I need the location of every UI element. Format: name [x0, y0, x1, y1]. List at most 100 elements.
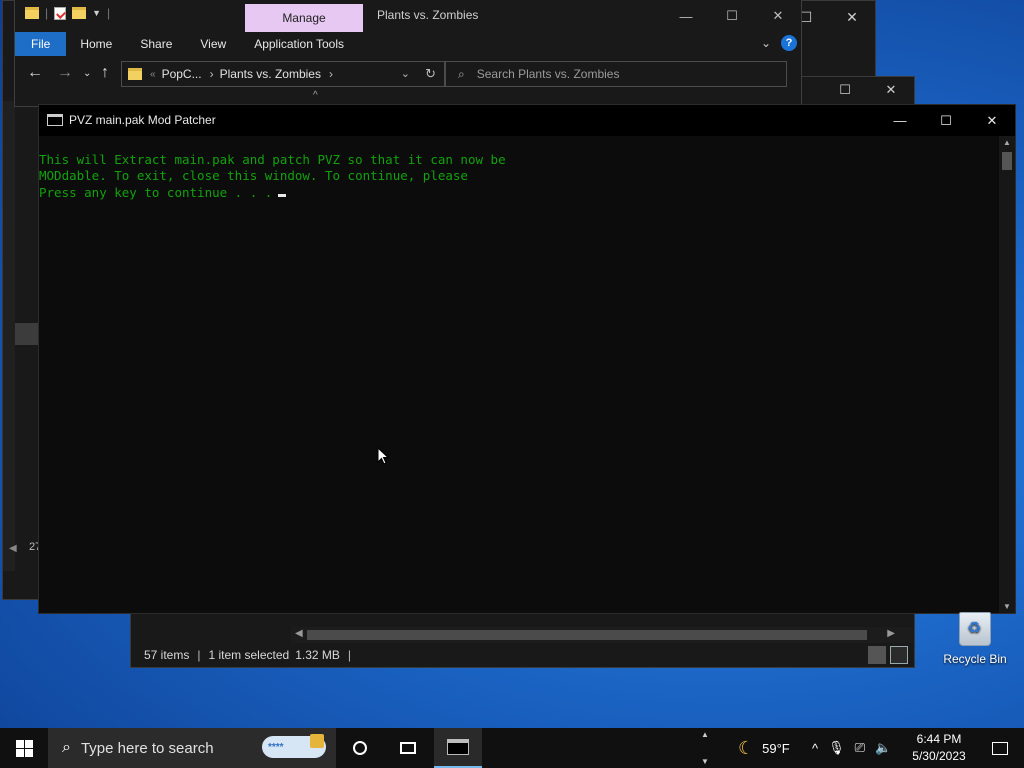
breadcrumb-overflow-icon[interactable]: « [150, 69, 156, 80]
notification-center-button[interactable] [976, 728, 1024, 768]
task-view-button[interactable] [384, 728, 432, 768]
large-icons-view-icon[interactable] [890, 646, 908, 664]
vertical-scrollbar[interactable]: ▲ ▼ [999, 136, 1015, 613]
close-icon[interactable]: ✕ [829, 1, 875, 33]
properties-icon[interactable] [54, 6, 67, 20]
customize-toolbar-icon[interactable]: ▼ [92, 8, 101, 18]
show-hidden-icons-icon[interactable]: ^ [812, 741, 818, 756]
tab-application-tools[interactable]: Application Tools [240, 32, 358, 56]
taskbar-scroll[interactable]: ▲ ▼ [696, 728, 714, 768]
maximize-icon[interactable]: ☐ [822, 77, 868, 103]
tab-share[interactable]: Share [126, 32, 186, 56]
breadcrumb-item[interactable]: PopC... [162, 67, 202, 81]
toolbar-separator: | [107, 6, 111, 20]
taskbar-app-command-prompt[interactable] [434, 728, 482, 768]
search-box[interactable]: ⌕ [445, 61, 787, 87]
close-icon[interactable]: ✕ [755, 0, 801, 32]
scroll-left-icon[interactable]: ◀ [295, 628, 303, 639]
window-controls: — ☐ ✕ [663, 0, 801, 32]
status-separator: | [197, 648, 201, 662]
breadcrumb-item[interactable]: Plants vs. Zombies [220, 67, 321, 81]
details-view-icon[interactable] [868, 646, 886, 664]
console-line: MODdable. To exit, close this window. To… [39, 168, 468, 183]
system-tray: ^ 🎙 ⎚ 🔈 [812, 728, 891, 768]
minimize-icon[interactable]: — [663, 0, 709, 32]
console-line: This will Extract main.pak and patch PVZ… [39, 152, 506, 167]
network-icon[interactable]: ⎚ [855, 740, 865, 756]
weather-widget[interactable]: ☾ 59°F [738, 728, 790, 768]
close-icon[interactable]: ✕ [969, 105, 1015, 136]
back-arrow-icon[interactable]: ← [27, 64, 43, 82]
tab-file[interactable]: File [15, 32, 67, 56]
address-dropdown-icon[interactable]: ⌄ [401, 67, 410, 80]
scrollbar-thumb[interactable] [1002, 152, 1012, 170]
recycle-bin-label: Recycle Bin [943, 652, 1007, 666]
status-separator: | [347, 648, 352, 662]
window-controls: ☐ ✕ [822, 77, 914, 103]
lock-icon [310, 734, 324, 748]
recycle-bin[interactable]: Recycle Bin [942, 612, 1008, 666]
scroll-right-icon[interactable]: ▶ [887, 628, 895, 639]
volume-icon[interactable]: 🔈 [875, 740, 891, 756]
recycle-bin-icon [959, 612, 991, 646]
search-icon: ⌕ [62, 739, 71, 756]
close-icon[interactable]: ✕ [868, 77, 914, 103]
status-selected: 1 item selected [208, 648, 290, 662]
console-line: Press any key to continue . . . [39, 185, 273, 200]
help-icon[interactable]: ? [781, 35, 797, 51]
window-controls: — ☐ ✕ [877, 105, 1015, 136]
ribbon-tabs: File Home Share View Application Tools ⌄… [15, 32, 801, 56]
maximize-icon[interactable]: ☐ [709, 0, 755, 32]
forward-arrow-icon[interactable]: → [57, 64, 73, 82]
taskbar-search-placeholder: Type here to search [80, 739, 214, 757]
scroll-left-icon[interactable]: ◀ [9, 543, 17, 554]
console-window[interactable]: PVZ main.pak Mod Patcher — ☐ ✕ This will… [38, 104, 1016, 614]
microphone-icon[interactable]: 🎙 [828, 740, 845, 756]
recent-locations-icon[interactable]: ⌄ [83, 68, 91, 79]
text-cursor [278, 194, 287, 197]
console-output[interactable]: This will Extract main.pak and patch PVZ… [39, 136, 999, 613]
command-prompt-icon [47, 114, 63, 126]
status-item-count: 57 items [144, 648, 190, 662]
navigation-pane [3, 101, 15, 571]
new-folder-icon[interactable] [72, 7, 87, 19]
maximize-icon[interactable]: ☐ [923, 105, 969, 136]
minimize-icon[interactable]: — [877, 105, 923, 136]
scrollbar-thumb[interactable] [307, 630, 867, 640]
ribbon-right: ⌄ ? [761, 35, 797, 51]
tab-home[interactable]: Home [66, 32, 126, 56]
status-size: 1.32 MB [295, 648, 340, 662]
console-title: PVZ main.pak Mod Patcher [69, 113, 216, 127]
refresh-icon[interactable]: ↻ [425, 66, 436, 82]
search-input[interactable] [474, 66, 759, 82]
expand-ribbon-icon[interactable]: ⌄ [761, 36, 771, 50]
chevron-down-icon[interactable]: ▼ [701, 757, 709, 766]
horizontal-scrollbar[interactable]: ◀ ▶ [291, 627, 913, 643]
weather-temp: 59°F [762, 740, 790, 756]
scroll-up-icon[interactable]: ▲ [1003, 138, 1011, 147]
scroll-down-icon[interactable]: ▼ [1003, 602, 1011, 611]
windows-logo-icon [15, 739, 33, 757]
breadcrumb-chevron-icon[interactable]: › [329, 67, 333, 81]
taskbar-search[interactable]: ⌕ Type here to search **** [48, 728, 336, 768]
quick-access-toolbar: | ▼ | [25, 6, 110, 20]
tab-view[interactable]: View [186, 32, 240, 56]
search-icon: ⌕ [458, 66, 465, 81]
explorer-window-front[interactable]: | ▼ | Manage Plants vs. Zombies — ☐ ✕ Fi… [14, 0, 802, 107]
chevron-up-icon[interactable]: ▲ [701, 730, 709, 739]
title-bar[interactable]: | ▼ | Manage Plants vs. Zombies — ☐ ✕ [15, 0, 801, 32]
view-toggle [868, 646, 908, 664]
toolbar-separator: | [45, 6, 49, 20]
up-arrow-icon[interactable]: ↑ [101, 64, 109, 82]
cortana-button[interactable] [336, 728, 384, 768]
navigation-bar: ← → ⌄ ↑ « PopC... › Plants vs. Zombies ›… [15, 56, 801, 92]
tab-manage[interactable]: Manage [245, 4, 363, 32]
start-button[interactable] [0, 728, 48, 768]
window-title: Plants vs. Zombies [377, 8, 479, 22]
console-title-bar[interactable]: PVZ main.pak Mod Patcher — ☐ ✕ [39, 105, 1015, 136]
taskbar: ⌕ Type here to search **** ▲ ▼ ☾ 59°F ^ … [0, 728, 1024, 768]
address-bar[interactable]: « PopC... › Plants vs. Zombies › ⌄ ↻ [121, 61, 445, 87]
clock[interactable]: 6:44 PM 5/30/2023 [908, 731, 970, 765]
folder-icon [128, 68, 142, 80]
breadcrumb-chevron-icon[interactable]: › [210, 67, 214, 81]
